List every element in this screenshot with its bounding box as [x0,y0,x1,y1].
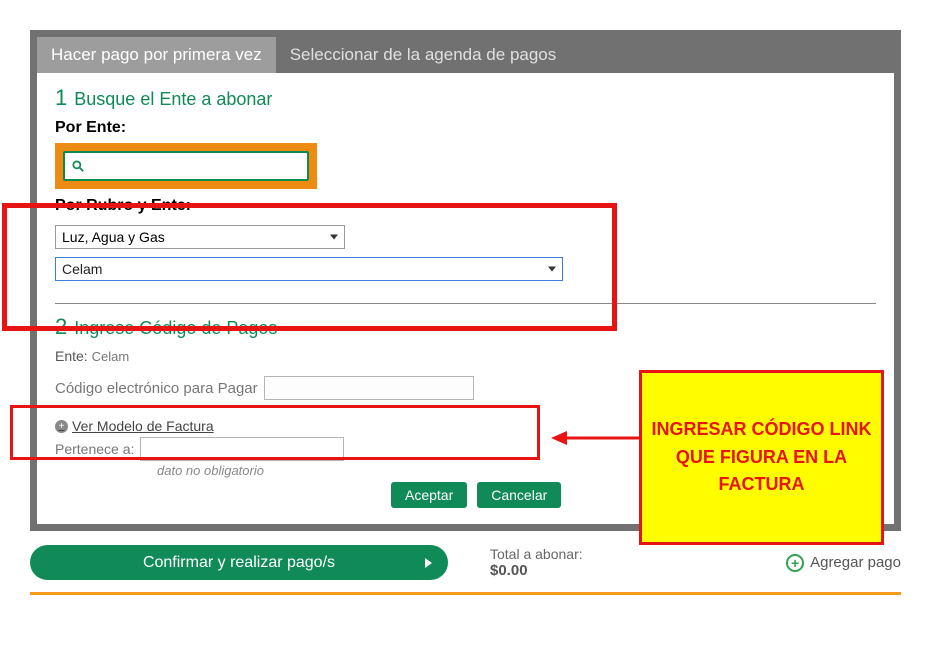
chevron-down-icon [548,267,556,272]
bottom-bar: Confirmar y realizar pago/s Total a abon… [30,545,901,595]
code-input[interactable] [264,376,474,400]
ente-value: Celam [62,261,102,277]
pertenece-label: Pertenece a: [55,441,134,457]
ver-modelo-link[interactable]: + Ver Modelo de Factura [55,418,214,434]
code-label: Código electrónico para Pagar [55,380,258,397]
rubro-value: Luz, Agua y Gas [62,229,165,245]
search-icon [71,159,85,173]
chevron-down-icon [330,235,338,240]
plus-circle-icon: + [786,554,804,572]
pertenece-input[interactable] [140,437,344,461]
step1-title: 1 Busque el Ente a abonar [55,85,876,111]
cancelar-button[interactable]: Cancelar [477,482,561,508]
callout-note: INGRESAR CÓDIGO LINK QUE FIGURA EN LA FA… [639,370,884,545]
search-input[interactable] [63,151,309,181]
ente-select[interactable]: Celam [55,257,563,281]
ente-display: Ente: Celam [55,348,876,364]
tab-agenda[interactable]: Seleccionar de la agenda de pagos [276,37,894,73]
tab-bar: Hacer pago por primera vez Seleccionar d… [37,37,894,73]
main-panel: Hacer pago por primera vez Seleccionar d… [30,30,901,531]
chevron-right-icon [425,558,432,568]
confirm-button[interactable]: Confirmar y realizar pago/s [30,545,448,580]
por-ente-label: Por Ente: [55,119,876,137]
rubro-select[interactable]: Luz, Agua y Gas [55,225,345,249]
plus-icon: + [55,420,68,433]
tab-first-payment[interactable]: Hacer pago por primera vez [37,37,276,73]
add-payment-button[interactable]: + Agregar pago [786,554,901,572]
total-section: Total a abonar: $0.00 [490,546,583,579]
aceptar-button[interactable]: Aceptar [391,482,467,508]
por-rubro-label: Por Rubro y Ente: [55,197,876,215]
search-wrap [55,143,317,189]
step2-title: 2 Ingrese Código de Pagos [55,314,876,340]
